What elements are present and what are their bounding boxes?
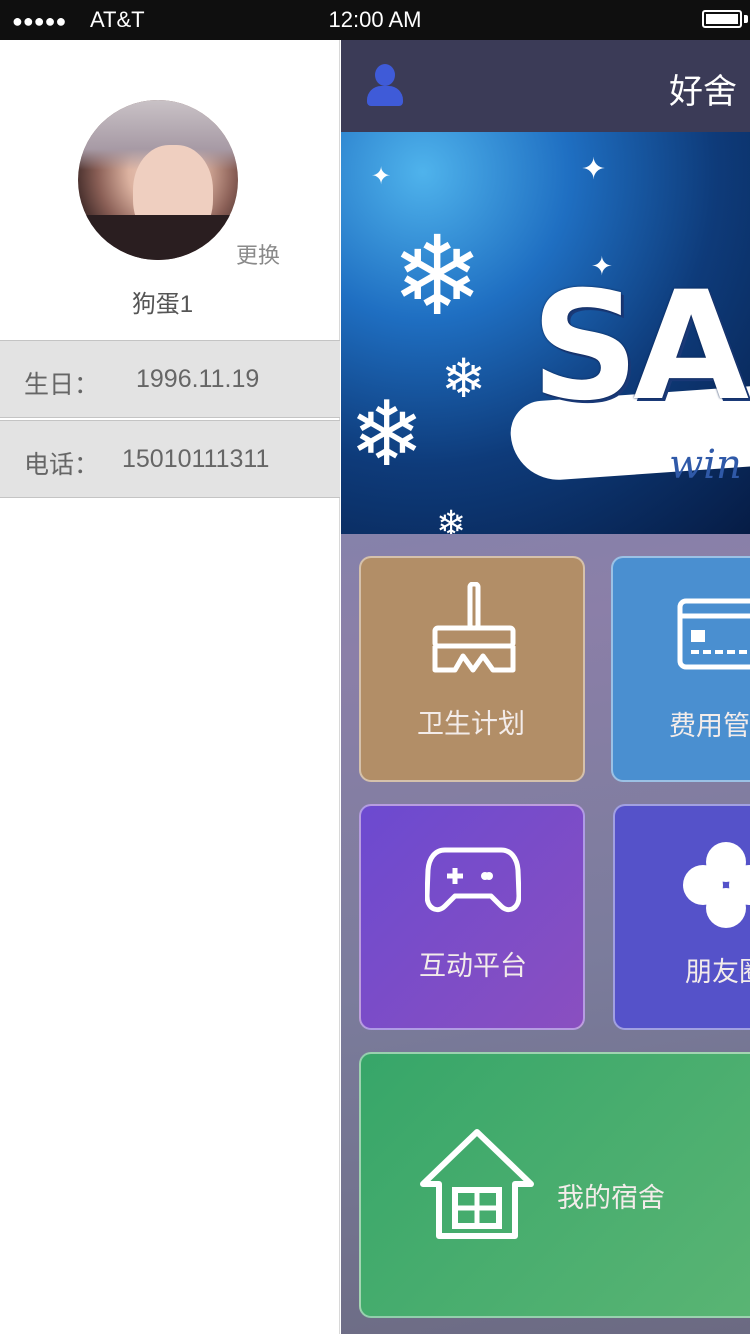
nav-bar: 好舍 <box>341 40 750 132</box>
phone-value: 15010111311 <box>122 445 270 473</box>
username: 狗蛋1 <box>131 291 194 318</box>
birthday-value: 1996.11.19 <box>136 365 260 393</box>
battery-icon <box>702 10 742 28</box>
tile-interaction-platform[interactable]: 互动平台 <box>359 804 585 1030</box>
sparkle-icon: ✦ <box>581 152 607 187</box>
tile-expense-management[interactable]: 费用管 <box>611 556 750 782</box>
house-icon <box>420 1129 534 1239</box>
avatar-shirt <box>78 215 238 260</box>
snowflake-icon: ❄ <box>391 212 484 340</box>
snowflake-icon: ❄ <box>441 347 487 410</box>
phone-label: 电话： <box>24 451 100 479</box>
sparkle-icon: ✦ <box>371 162 392 190</box>
tile-label: 费用管 <box>669 711 750 741</box>
promo-banner[interactable]: ❄ ❄ ❄ ❄ ✦ ✦ ✦ SA win <box>341 132 750 534</box>
tile-label: 互动平台 <box>419 951 527 981</box>
tile-my-dorm[interactable]: 我的宿舍 <box>359 1052 750 1318</box>
user-icon[interactable] <box>365 64 405 108</box>
main-panel: 好舍 ❄ ❄ ❄ ❄ ✦ ✦ ✦ SA win 卫生计划 费用管 互动平台 朋友… <box>341 40 750 1334</box>
banner-headline: SA <box>531 260 749 434</box>
status-bar: ●●●●● AT&T 12:00 AM <box>0 0 750 40</box>
birthday-row: 生日： 1996.11.19 <box>0 340 340 418</box>
card-icon <box>677 598 750 670</box>
gamepad-icon <box>425 847 521 913</box>
clover-icon <box>683 842 750 928</box>
banner-ribbon-text: win <box>669 442 742 488</box>
avatar[interactable] <box>78 100 238 260</box>
change-avatar-link[interactable]: 更换 <box>236 238 280 270</box>
app-title: 好舍 <box>669 73 737 111</box>
tile-label: 朋友圈 <box>685 957 750 987</box>
status-time: 12:00 AM <box>328 7 422 32</box>
snowflake-icon: ❄ <box>436 504 467 534</box>
birthday-label: 生日： <box>24 371 100 399</box>
tile-hygiene-plan[interactable]: 卫生计划 <box>359 556 585 782</box>
broom-icon <box>432 582 516 673</box>
phone-row: 电话： 15010111311 <box>0 420 340 498</box>
profile-drawer: 更换 狗蛋1 生日： 1996.11.19 电话： 15010111311 <box>0 40 340 1334</box>
battery-tip <box>744 15 748 23</box>
snowflake-icon: ❄ <box>349 382 425 487</box>
tile-label: 卫生计划 <box>417 709 525 739</box>
tile-friends-circle[interactable]: 朋友圈 <box>613 804 750 1030</box>
tile-label: 我的宿舍 <box>557 1183 665 1213</box>
